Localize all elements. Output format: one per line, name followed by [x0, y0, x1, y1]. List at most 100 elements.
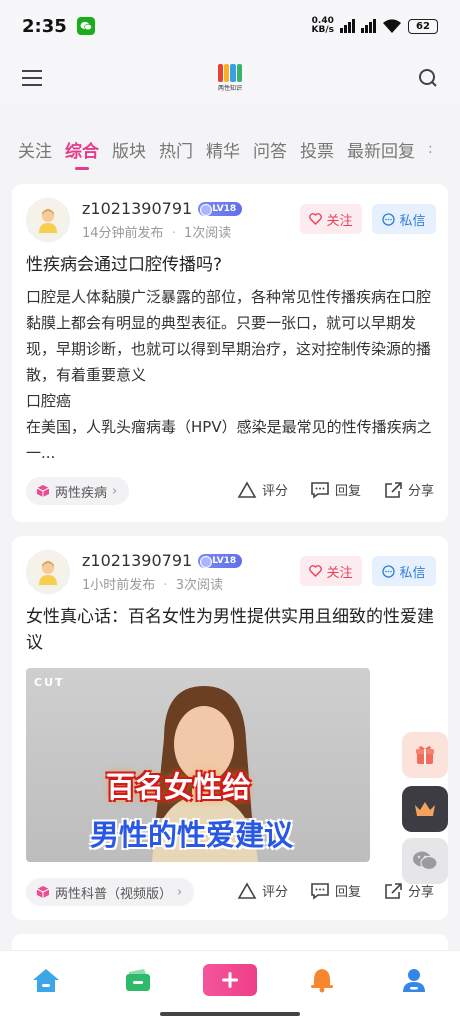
plus-icon	[222, 972, 238, 988]
chevron-right-icon: ›	[177, 884, 183, 900]
wechat-icon	[413, 851, 438, 871]
post-actions: 评分 回复 分享	[237, 480, 434, 499]
post-paragraph: 在美国，人乳头瘤病毒（HPV）感染是最常见的性传播疾病之一...	[26, 418, 432, 462]
status-bar: 2:35 0.40 KB/s 62	[0, 0, 460, 52]
app-logo: 两性知识	[217, 64, 242, 92]
author-name[interactable]: z1021390791	[82, 551, 192, 570]
author-name[interactable]: z1021390791	[82, 199, 192, 218]
book-logo-icon	[217, 64, 242, 82]
post-title[interactable]: 女性真心话：百名女性为男性提供实用且细致的性爱建议	[26, 604, 434, 656]
category-tabs: 关注 综合 版块 热门 精华 问答 投票 最新回复 :	[0, 126, 460, 172]
cube-icon	[36, 485, 50, 497]
topic-tag-label: 两性疾病	[55, 485, 108, 501]
topic-tag-label: 两性科普（视频版）	[55, 886, 173, 902]
wechat-notification-icon	[76, 17, 95, 35]
crown-icon	[415, 802, 435, 816]
signal-icon-2	[361, 19, 376, 33]
tab-latest-reply[interactable]: 最新回复	[347, 137, 415, 162]
chat-bubble-icon	[382, 564, 396, 578]
follow-button[interactable]: 关注	[300, 204, 362, 234]
home-icon	[33, 969, 59, 992]
status-time: 2:35	[22, 15, 67, 37]
nav-wallet[interactable]	[111, 963, 165, 997]
reply-button[interactable]: 回复	[310, 480, 361, 499]
menu-icon[interactable]	[22, 65, 42, 91]
triangle-rate-icon	[237, 480, 257, 498]
gift-icon	[416, 746, 434, 764]
triangle-rate-icon	[237, 881, 257, 899]
follow-label: 关注	[326, 213, 353, 229]
tab-vote[interactable]: 投票	[300, 137, 334, 162]
tab-follow[interactable]: 关注	[18, 137, 52, 162]
tab-sections[interactable]: 版块	[112, 137, 146, 162]
signal-icon	[340, 19, 355, 33]
wifi-icon	[383, 19, 401, 33]
view-count: 3次阅读	[175, 578, 223, 593]
nav-profile[interactable]	[387, 963, 441, 997]
wechat-button[interactable]	[402, 838, 448, 884]
search-icon[interactable]	[418, 68, 438, 88]
chat-bubble-icon	[382, 212, 396, 226]
chevron-right-icon: ›	[112, 483, 118, 499]
avatar[interactable]	[26, 550, 70, 594]
gift-button[interactable]	[402, 732, 448, 778]
follow-label: 关注	[326, 565, 353, 581]
tab-hot[interactable]: 热门	[159, 137, 193, 162]
app-header: 两性知识	[0, 52, 460, 104]
avatar[interactable]	[26, 198, 70, 242]
heart-icon	[309, 565, 323, 577]
cube-icon	[36, 886, 50, 898]
author-row: z1021390791 LV18 1小时前发布 · 3次阅读	[26, 550, 243, 594]
follow-button[interactable]: 关注	[300, 556, 362, 586]
tabs-more-icon[interactable]: :	[428, 141, 433, 157]
message-label: 私信	[399, 565, 426, 581]
logo-text: 两性知识	[217, 85, 242, 92]
user-icon	[403, 969, 425, 992]
comment-icon	[311, 882, 329, 900]
video-caption-line2: 男性的性爱建议	[90, 818, 294, 852]
level-badge: LV18	[198, 201, 243, 216]
nav-post[interactable]	[203, 963, 257, 997]
tab-qa[interactable]: 问答	[253, 137, 287, 162]
post-actions: 评分 回复 分享	[237, 881, 434, 900]
video-thumbnail[interactable]: CUT 百名女性给 男性的性爱建议	[26, 668, 370, 862]
topic-tag[interactable]: 两性科普（视频版） ›	[26, 878, 195, 906]
tab-general[interactable]: 综合	[65, 137, 99, 170]
video-caption-line1: 百名女性给	[106, 770, 252, 804]
post-paragraph: 口腔是人体黏膜广泛暴露的部位，各种常见性传播疾病在口腔黏膜上都会有明显的典型表征…	[26, 288, 432, 384]
home-indicator	[160, 1012, 300, 1016]
comment-icon	[311, 481, 329, 499]
post-card[interactable]: z1021390791 LV18 1小时前发布 · 3次阅读 关注 私信 女性真…	[12, 536, 448, 920]
view-count: 1次阅读	[183, 226, 232, 241]
message-button[interactable]: 私信	[372, 204, 436, 234]
share-icon	[385, 481, 402, 498]
post-card[interactable]: z1021390791 LV18 14分钟前发布 · 1次阅读 关注 私信 性疾…	[12, 184, 448, 522]
post-time: 14分钟前发布	[82, 226, 164, 241]
share-icon	[385, 882, 402, 899]
message-button[interactable]: 私信	[372, 556, 436, 586]
heart-icon	[309, 213, 323, 225]
post-button[interactable]	[203, 964, 257, 996]
nav-home[interactable]	[19, 963, 73, 997]
rate-button[interactable]: 评分	[237, 480, 288, 499]
video-corner-label: CUT	[34, 676, 65, 689]
nav-notifications[interactable]	[295, 963, 349, 997]
post-body[interactable]: 口腔是人体黏膜广泛暴露的部位，各种常见性传播疾病在口腔黏膜上都会有明显的典型表征…	[26, 284, 436, 466]
rate-button[interactable]: 评分	[237, 881, 288, 900]
message-label: 私信	[399, 213, 426, 229]
crown-button[interactable]	[402, 786, 448, 832]
topic-tag[interactable]: 两性疾病 ›	[26, 477, 130, 505]
level-badge: LV18	[198, 553, 243, 568]
post-meta: 14分钟前发布 · 1次阅读	[82, 226, 232, 241]
post-meta: 1小时前发布 · 3次阅读	[82, 578, 223, 593]
tab-featured[interactable]: 精华	[206, 137, 240, 162]
bell-icon	[311, 969, 333, 993]
wallet-icon	[126, 969, 150, 991]
reply-button[interactable]: 回复	[310, 881, 361, 900]
battery-indicator: 62	[408, 18, 438, 34]
author-row: z1021390791 LV18 14分钟前发布 · 1次阅读	[26, 198, 243, 242]
post-title[interactable]: 性疾病会通过口腔传播吗?	[26, 252, 434, 278]
post-paragraph: 口腔癌	[26, 392, 72, 410]
share-button[interactable]: 分享	[383, 480, 434, 499]
post-time: 1小时前发布	[82, 578, 156, 593]
